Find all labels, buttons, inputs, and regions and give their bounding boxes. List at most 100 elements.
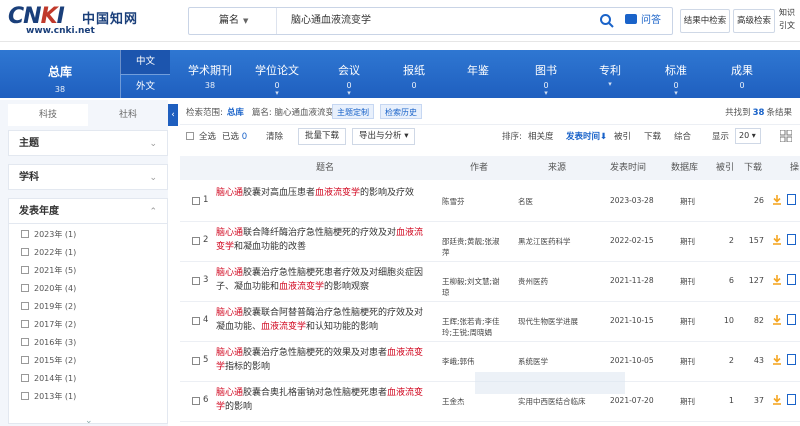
year-filter-item[interactable]: 2013年 (1) bbox=[21, 390, 76, 404]
expand-more-icon[interactable]: ⌄ bbox=[85, 416, 93, 426]
article-title-link[interactable]: 脑心通胶囊联合阿替普酶治疗急性脑梗死的疗效及对凝血功能、血液流变学和认知功能的影… bbox=[216, 306, 428, 334]
year-filter-item[interactable]: 2014年 (1) bbox=[21, 372, 76, 386]
filter-group-year[interactable]: 发表年度 ⌃ bbox=[8, 198, 168, 224]
table-row: 2 脑心通联合降纤酶治疗急性脑梗死的疗效及对血液流变学和凝血功能的改善 邵廷贵;黄靓… bbox=[180, 222, 800, 262]
year-filter-item[interactable]: 2016年 (3) bbox=[21, 336, 76, 350]
nav-item-count: 38 bbox=[204, 81, 216, 90]
year-label: 2023年 bbox=[34, 230, 63, 239]
source-cell[interactable]: 系统医学 bbox=[518, 356, 598, 367]
qa-button[interactable]: 问答 bbox=[625, 8, 661, 34]
row-checkbox[interactable] bbox=[192, 277, 200, 285]
tab-zongku-label: 总库 bbox=[47, 65, 72, 79]
nav-item[interactable]: 报纸 0 bbox=[386, 50, 442, 98]
sort-date[interactable]: 发表时间⬇ bbox=[566, 130, 607, 142]
article-title-link[interactable]: 脑心通胶囊合奥扎格雷钠对急性脑梗死患者血液流变学的影响 bbox=[216, 386, 428, 414]
row-checkbox[interactable] bbox=[192, 237, 200, 245]
nav-item[interactable]: 会议 0 ▾ bbox=[321, 50, 377, 98]
html-read-icon[interactable] bbox=[787, 234, 796, 245]
html-read-icon[interactable] bbox=[787, 394, 796, 405]
row-checkbox[interactable] bbox=[192, 197, 200, 205]
year-filter-item[interactable]: 2015年 (2) bbox=[21, 354, 76, 368]
sort-overall[interactable]: 综合 bbox=[674, 130, 691, 142]
checkbox-icon bbox=[21, 284, 29, 292]
article-title-link[interactable]: 脑心通胶囊治疗急性脑梗死的效果及对患者血液流变学指标的影响 bbox=[216, 346, 428, 374]
article-title-link[interactable]: 脑心通胶囊对高血压患者血液流变学的影响及疗效 bbox=[216, 186, 428, 200]
year-filter-item[interactable]: 2019年 (2) bbox=[21, 300, 76, 314]
nav-item[interactable]: 学术期刊 38 bbox=[182, 50, 238, 98]
row-checkbox[interactable] bbox=[192, 317, 200, 325]
batch-download-button[interactable]: 批量下载 bbox=[298, 128, 347, 145]
checkbox-icon bbox=[21, 302, 29, 310]
source-cell[interactable]: 贵州医药 bbox=[518, 276, 598, 287]
search-icon[interactable] bbox=[599, 13, 615, 29]
html-read-icon[interactable] bbox=[787, 354, 796, 365]
nav-item[interactable]: 专利 ▾ bbox=[582, 50, 638, 98]
year-filter-item[interactable]: 2020年 (4) bbox=[21, 282, 76, 296]
download-icon[interactable] bbox=[772, 355, 782, 365]
year-filter-item[interactable]: 2017年 (2) bbox=[21, 318, 76, 332]
clear-button[interactable]: 清除 bbox=[266, 130, 283, 142]
select-all-checkbox[interactable]: 全选 bbox=[186, 130, 216, 142]
year-filter-item[interactable]: 2023年 (1) bbox=[21, 228, 76, 242]
filter-group-year-label: 发表年度 bbox=[19, 206, 59, 217]
nav-item[interactable]: 图书 0 ▾ bbox=[518, 50, 574, 98]
author-cell[interactable]: 邵廷贵;黄靓;张淑萍 bbox=[442, 236, 502, 258]
search-field-select[interactable]: 篇名 ▼ bbox=[189, 8, 277, 34]
tab-zongku[interactable]: 总库 38 bbox=[0, 50, 120, 98]
tab-keji[interactable]: 科技 bbox=[8, 104, 88, 126]
year-count: (5) bbox=[64, 266, 77, 275]
author-cell[interactable]: 陈雪芬 bbox=[442, 196, 502, 207]
download-icon[interactable] bbox=[772, 235, 782, 245]
html-read-icon[interactable] bbox=[787, 274, 796, 285]
top-right-links[interactable]: 知识 引文 bbox=[779, 6, 800, 32]
article-title-link[interactable]: 脑心通联合降纤酶治疗急性脑梗死的疗效及对血液流变学和凝血功能的改善 bbox=[216, 226, 428, 254]
html-read-icon[interactable] bbox=[787, 194, 796, 205]
author-cell[interactable]: 李峨;郭伟 bbox=[442, 356, 502, 367]
sort-label: 排序: bbox=[502, 132, 522, 142]
nav-item[interactable]: 成果 0 bbox=[714, 50, 770, 98]
nav-item[interactable]: 标准 0 ▾ bbox=[648, 50, 704, 98]
sort-cite[interactable]: 被引 bbox=[614, 130, 631, 142]
page-size-select[interactable]: 20 ▾ bbox=[735, 128, 761, 144]
title-fragment: 的影响 bbox=[225, 402, 253, 412]
year-filter-item[interactable]: 2021年 (5) bbox=[21, 264, 76, 278]
lang-en-button[interactable]: 外文 bbox=[120, 74, 170, 98]
row-checkbox[interactable] bbox=[192, 357, 200, 365]
author-cell[interactable]: 王柳毅;刘文慧;谢琼 bbox=[442, 276, 502, 298]
source-cell[interactable]: 黑龙江医药科学 bbox=[518, 236, 598, 247]
search-in-results-button[interactable]: 结果中检索 bbox=[680, 9, 730, 33]
nav-item[interactable]: 学位论文 0 ▾ bbox=[249, 50, 305, 98]
source-cell[interactable]: 现代生物医学进展 bbox=[518, 316, 598, 327]
filter-group-subject[interactable]: 主题 ⌄ bbox=[8, 130, 168, 156]
lang-zh-button[interactable]: 中文 bbox=[120, 50, 170, 74]
tab-sheke[interactable]: 社科 bbox=[88, 104, 168, 126]
grid-view-icon[interactable] bbox=[780, 130, 792, 142]
download-count: 127 bbox=[748, 276, 764, 285]
export-analysis-button[interactable]: 导出与分析 ▾ bbox=[352, 128, 416, 145]
download-icon[interactable] bbox=[772, 275, 782, 285]
html-read-icon[interactable] bbox=[787, 314, 796, 325]
nav-item-label: 图书 bbox=[535, 64, 557, 77]
year-filter-item[interactable]: 2022年 (1) bbox=[21, 246, 76, 260]
sort-download[interactable]: 下载 bbox=[644, 130, 661, 142]
author-cell[interactable]: 王辉;张若青;李佳玲;王锐;周晓娟 bbox=[442, 316, 502, 338]
row-checkbox[interactable] bbox=[192, 397, 200, 405]
collapse-sidebar-button[interactable]: ‹ bbox=[168, 104, 178, 126]
download-icon[interactable] bbox=[772, 395, 782, 405]
search-history-button[interactable]: 检索历史 bbox=[380, 104, 422, 119]
sort-relevance[interactable]: 相关度 bbox=[528, 130, 554, 142]
chevron-down-icon: ▾ bbox=[674, 89, 678, 97]
article-title-link[interactable]: 脑心通胶囊治疗急性脑梗死患者疗效及对细胞炎症因子、凝血功能和血液流变学的影响观察 bbox=[216, 266, 428, 294]
source-cell[interactable]: 名医 bbox=[518, 196, 598, 207]
topic-custom-button[interactable]: 主题定制 bbox=[332, 104, 374, 119]
source-cell[interactable]: 实用中西医结合临床 bbox=[518, 396, 598, 407]
nav-item[interactable]: 年鉴 bbox=[450, 50, 506, 98]
download-icon[interactable] bbox=[772, 195, 782, 205]
cnki-logo[interactable]: CNKI 中国知网 www.cnki.net bbox=[8, 4, 138, 38]
advanced-search-button[interactable]: 高级检索 bbox=[733, 9, 775, 33]
download-icon[interactable] bbox=[772, 315, 782, 325]
year-list: 2023年 (1) 2022年 (1) 2021年 (5) 2020年 (4) 2019… bbox=[8, 224, 168, 424]
author-cell[interactable]: 王金杰 bbox=[442, 396, 502, 407]
search-input[interactable]: 脑心通血液流变学 bbox=[291, 8, 371, 34]
filter-group-discipline[interactable]: 学科 ⌄ bbox=[8, 164, 168, 190]
